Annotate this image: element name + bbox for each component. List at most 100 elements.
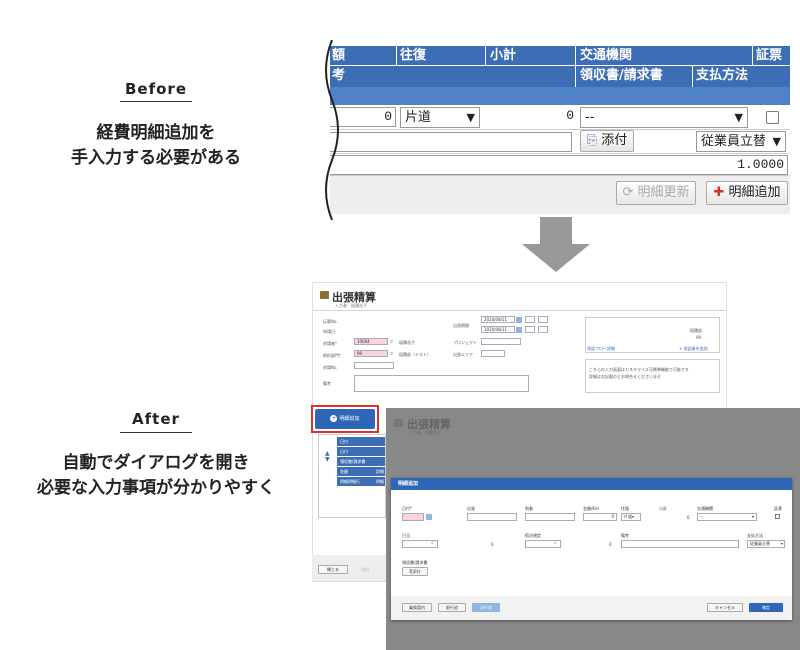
header-receipt: 証票 [756, 48, 783, 63]
after-tag-underline [120, 432, 192, 433]
m-payment-select-value: 従業員立替 [750, 541, 770, 546]
dialog-title: 明細追加 [391, 478, 792, 490]
apply-no-input[interactable] [354, 362, 394, 369]
before-rate-input[interactable]: 1.0000 [330, 155, 788, 175]
plus-icon: ✚ [713, 185, 725, 200]
after-caption: 自動でダイアログを開き 必要な入力事項が分かりやすく [20, 451, 292, 501]
m-payment-select[interactable]: 従業員立替 ▾ [747, 540, 785, 548]
chevron-down-icon: ▾ [780, 541, 783, 546]
briefcase-icon [320, 291, 329, 299]
before-row-3: 1.0000 [330, 154, 790, 176]
m-trip-select[interactable]: 片道▾ [621, 513, 641, 521]
before-trip-select[interactable]: 片道 ▼ [400, 107, 480, 128]
plus-circle-icon: + [330, 415, 338, 422]
before-subtotal-input[interactable]: 0 [487, 107, 577, 127]
detail-side-table: 日付 日付 領収書/請求書 金額 詳細 明細明細行 明細 ▲ ▼ [318, 434, 386, 518]
m-receipt-checkbox[interactable] [775, 514, 780, 519]
before-payment-select[interactable]: 従業員立替 ▼ [696, 131, 786, 152]
after-add-detail-button[interactable]: + 明細追加 [315, 409, 375, 429]
before-attach-label: 添付 [601, 133, 628, 148]
m-date-input[interactable] [402, 513, 424, 521]
chevron-down-icon: ▼ [466, 111, 475, 124]
before-attach-button[interactable]: ⎘ 添付 [580, 130, 634, 152]
before-payment-select-value: 従業員立替 [701, 134, 767, 149]
sort-arrows-icon[interactable]: ▲ ▼ [325, 451, 330, 463]
before-refresh-button[interactable]: ⟳ 明細更新 [616, 181, 696, 205]
approver-name: 稲積部 [690, 328, 702, 333]
approval-flow-link[interactable]: 承認フロー詳細 [587, 346, 615, 352]
calendar-icon[interactable] [516, 327, 522, 333]
before-trip-select-value: 片道 [405, 110, 432, 125]
header-payment: 支払方法 [696, 68, 749, 83]
before-transport-select[interactable]: -- ▼ [580, 107, 748, 128]
confirm-button[interactable]: 確定 [749, 603, 783, 612]
side-row-4: 金額 [337, 467, 373, 476]
after-tag: After [132, 410, 180, 428]
dialog-footer: 乗換案内 前行追 次行追 キャンセル 確定 [391, 596, 792, 620]
before-receipt-checkbox[interactable] [766, 111, 779, 124]
backdrop-subtitle: 入力者：稲積花子 [409, 430, 441, 435]
info-text-2: 詳細は右記載のとお問合せくださいませ [589, 374, 661, 379]
header-transport: 交通機関 [580, 48, 633, 63]
search-icon[interactable]: ⌕ [554, 540, 557, 546]
m-attach-label: 添付 [412, 569, 421, 574]
calendar-icon[interactable] [516, 317, 522, 323]
date-to-input[interactable]: 2020/08/11 [481, 326, 515, 333]
m-label-transport: 交通機関 [697, 506, 713, 511]
m-label-receipt-invoice: 領収書/請求書 [402, 560, 428, 565]
after-caption-line-2: 必要な入力事項が分かりやすく [37, 478, 275, 498]
down-arrow-icon [522, 244, 590, 272]
applicant-code-input[interactable]: 10004 [354, 338, 388, 345]
before-note-input[interactable] [330, 132, 572, 152]
m-amount-input[interactable]: 0 [583, 513, 617, 521]
label-request-date: 申請日 [323, 329, 335, 334]
before-add-detail-label: 明細追加 [728, 185, 781, 200]
date-from-input[interactable]: 2020/08/11 [481, 316, 515, 323]
time-box-3[interactable] [525, 326, 535, 333]
m-trip-select-value: 片道 [624, 514, 632, 519]
m-arrival-input[interactable] [525, 513, 575, 521]
refresh-icon: ⟳ [622, 185, 634, 200]
search-icon[interactable]: ⌕ [390, 338, 393, 346]
info-text-1: こちらの入力画面はカスタマイズ可標準機能で可能です [589, 367, 689, 372]
time-box-4[interactable] [538, 326, 548, 333]
trip-area-select[interactable] [481, 350, 505, 357]
time-box-2[interactable] [538, 316, 548, 323]
m-label-roundtrip: 往復 [621, 506, 629, 511]
calendar-icon[interactable] [426, 514, 432, 520]
prev-row-button[interactable]: 前行追 [438, 603, 466, 612]
search-icon[interactable]: ⌕ [390, 350, 393, 358]
m-label-arrival: 到着 [525, 506, 533, 511]
label-apply-no: 申請No. [323, 365, 338, 370]
m-attach-button[interactable]: ⎘添付 [402, 567, 428, 576]
side-row-4-right: 詳細 [373, 467, 385, 476]
m-note-input[interactable] [621, 540, 739, 548]
m-label-lodging: 宿泊規定 [525, 533, 541, 538]
search-icon[interactable]: ⌕ [431, 540, 434, 546]
m-departure-input[interactable] [467, 513, 517, 521]
note-textarea[interactable] [354, 375, 529, 392]
info-box: こちらの入力画面はカスタマイズ可標準機能で可能です 詳細は右記載のとお問合せくだ… [585, 359, 720, 393]
dept-code-input[interactable]: 99 [354, 350, 388, 357]
add-approver-link[interactable]: + 承認者を追加 [679, 346, 708, 352]
side-row-1: 日付 [337, 437, 385, 446]
header-roundtrip: 往復 [400, 48, 427, 63]
time-box-1[interactable] [525, 316, 535, 323]
before-caption: 経費明細追加を 手入力する必要がある [40, 121, 272, 171]
before-add-detail-button[interactable]: ✚ 明細追加 [706, 181, 788, 205]
dept-name: 稲積部（テスト） [399, 352, 431, 357]
before-button-row: ⟳ 明細更新 ✚ 明細追加 [330, 176, 790, 214]
before-refresh-label: 明細更新 [637, 185, 690, 200]
route-search-button[interactable]: 乗換案内 [402, 603, 432, 612]
project-input[interactable] [481, 338, 521, 345]
close-button[interactable]: 閉じる [318, 565, 348, 574]
side-row-5-right: 明細 [373, 477, 385, 486]
m-transport-select[interactable]: -- ▾ [697, 513, 757, 521]
side-row-5: 明細明細行 [337, 477, 373, 486]
before-tag: Before [124, 80, 187, 98]
m-label-daily: 日当 [402, 533, 410, 538]
cancel-button[interactable]: キャンセル [707, 603, 743, 612]
next-row-button[interactable]: 次行追 [472, 603, 500, 612]
before-transport-select-value: -- [585, 110, 595, 125]
label-trip-area: 出張エリア [453, 352, 473, 357]
